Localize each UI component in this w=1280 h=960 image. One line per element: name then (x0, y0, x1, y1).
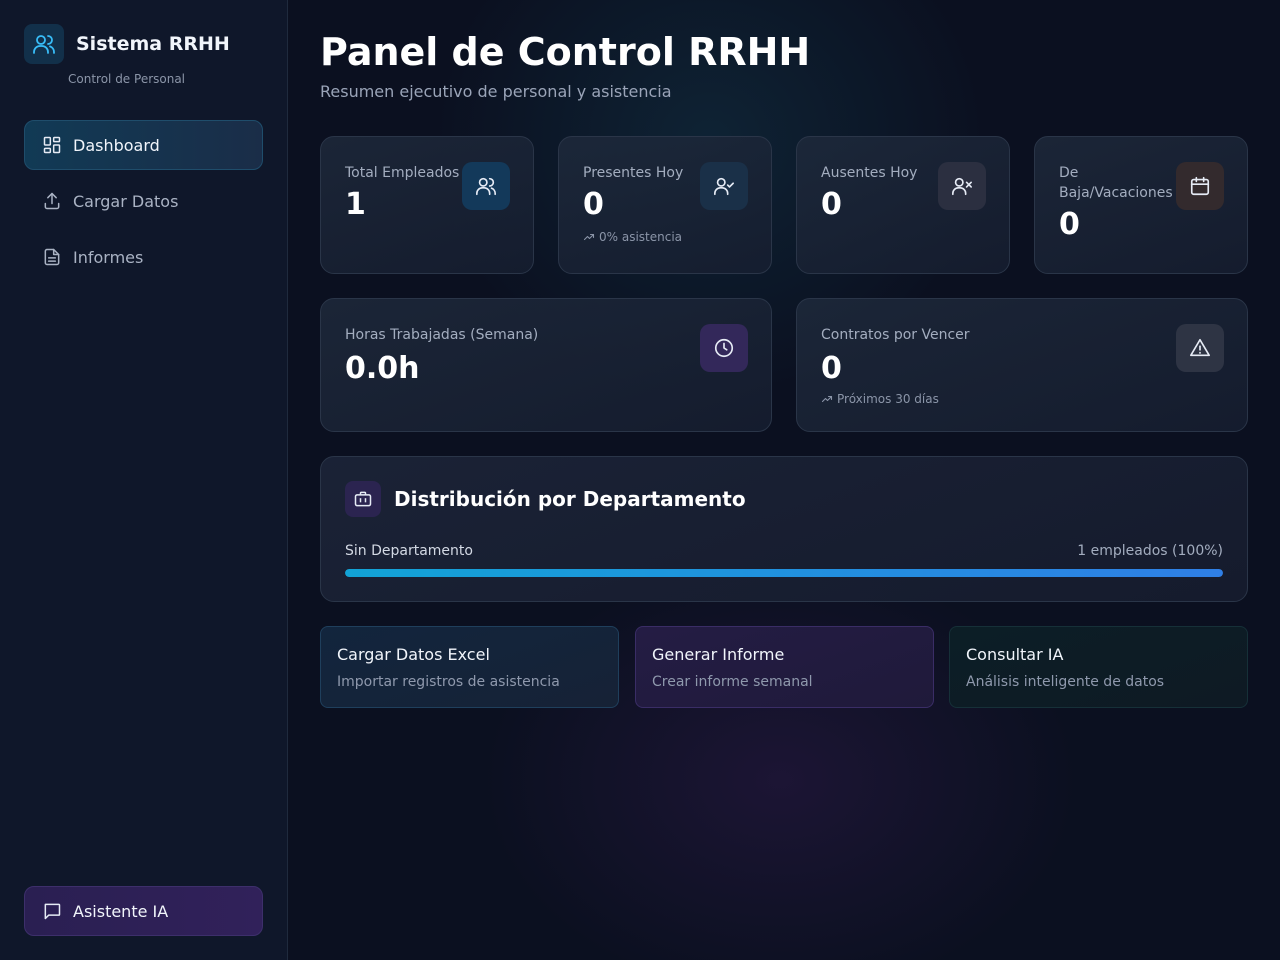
sidebar-item-label: Informes (73, 247, 144, 267)
stat-value: 0 (821, 187, 842, 222)
stat-card-hours-worked: Horas Trabajadas (Semana) 0.0h (320, 298, 772, 432)
stat-card-present-today: Presentes Hoy 0 0% asistencia (558, 136, 772, 274)
stat-value: 0 (1059, 207, 1080, 242)
sidebar-item-label: Dashboard (73, 135, 160, 155)
stat-card-total-employees: Total Empleados 1 (320, 136, 534, 274)
action-upload-excel[interactable]: Cargar Datos Excel Importar registros de… (320, 626, 619, 708)
stat-value: 0 (583, 187, 604, 222)
stat-label: Horas Trabajadas (Semana) (345, 327, 539, 343)
stat-value: 1 (345, 187, 366, 222)
department-name: Sin Departamento (345, 543, 473, 559)
action-title: Consultar IA (966, 645, 1064, 664)
sidebar-item-informes[interactable]: Informes (24, 232, 263, 282)
brand: Sistema RRHH (24, 24, 230, 64)
action-title: Generar Informe (652, 645, 785, 664)
sidebar-nav: Dashboard Cargar Datos Informes (24, 120, 263, 288)
action-subtitle: Análisis inteligente de datos (966, 674, 1165, 690)
warning-icon (1176, 324, 1224, 372)
department-progress-track (345, 569, 1223, 577)
users-icon (462, 162, 510, 210)
page-subtitle: Resumen ejecutivo de personal y asistenc… (320, 82, 672, 101)
assistant-button[interactable]: Asistente IA (24, 886, 263, 936)
users-icon (24, 24, 64, 64)
user-x-icon (938, 162, 986, 210)
trend-up-icon (583, 231, 595, 243)
stat-label: Total Empleados (345, 165, 460, 181)
action-ask-ai[interactable]: Consultar IA Análisis inteligente de dat… (949, 626, 1248, 708)
stat-note-text: 0% asistencia (599, 230, 683, 244)
chat-icon (41, 900, 63, 922)
brand-subtitle: Control de Personal (68, 72, 186, 86)
action-generate-report[interactable]: Generar Informe Crear informe semanal (635, 626, 934, 708)
user-check-icon (700, 162, 748, 210)
action-title: Cargar Datos Excel (337, 645, 490, 664)
stat-card-expiring-contracts: Contratos por Vencer 0 Próximos 30 días (796, 298, 1248, 432)
sidebar-item-cargar-datos[interactable]: Cargar Datos (24, 176, 263, 226)
stat-label: Presentes Hoy (583, 165, 684, 181)
dashboard-icon (41, 134, 63, 156)
clock-icon (700, 324, 748, 372)
brand-title: Sistema RRHH (76, 33, 230, 55)
sidebar-item-dashboard[interactable]: Dashboard (24, 120, 263, 170)
stat-value: 0.0h (345, 351, 420, 386)
background-glow-bottom (480, 560, 1080, 960)
page-title: Panel de Control RRHH (320, 30, 811, 74)
department-distribution-card: Distribución por Departamento Sin Depart… (320, 456, 1248, 602)
department-count: 1 empleados (100%) (1077, 543, 1223, 559)
stat-label: De Baja/Vacaciones (1059, 165, 1173, 201)
trend-up-icon (821, 393, 833, 405)
department-title: Distribución por Departamento (394, 487, 746, 511)
stat-note-text: Próximos 30 días (837, 392, 939, 406)
action-subtitle: Importar registros de asistencia (337, 674, 560, 690)
briefcase-icon (345, 481, 381, 517)
upload-icon (41, 190, 63, 212)
department-progress-fill (345, 569, 1223, 577)
assistant-label: Asistente IA (73, 901, 169, 921)
action-subtitle: Crear informe semanal (652, 674, 813, 690)
sidebar-item-label: Cargar Datos (73, 191, 179, 211)
calendar-icon (1176, 162, 1224, 210)
stat-card-absent-today: Ausentes Hoy 0 (796, 136, 1010, 274)
stat-label: Contratos por Vencer (821, 327, 970, 343)
stat-note: Próximos 30 días (821, 392, 939, 406)
stat-value: 0 (821, 351, 842, 386)
stat-note: 0% asistencia (583, 230, 682, 244)
stat-card-on-leave: De Baja/Vacaciones 0 (1034, 136, 1248, 274)
sidebar: Sistema RRHH Control de Personal Dashboa… (0, 0, 288, 960)
stat-label: Ausentes Hoy (821, 165, 918, 181)
document-icon (41, 246, 63, 268)
